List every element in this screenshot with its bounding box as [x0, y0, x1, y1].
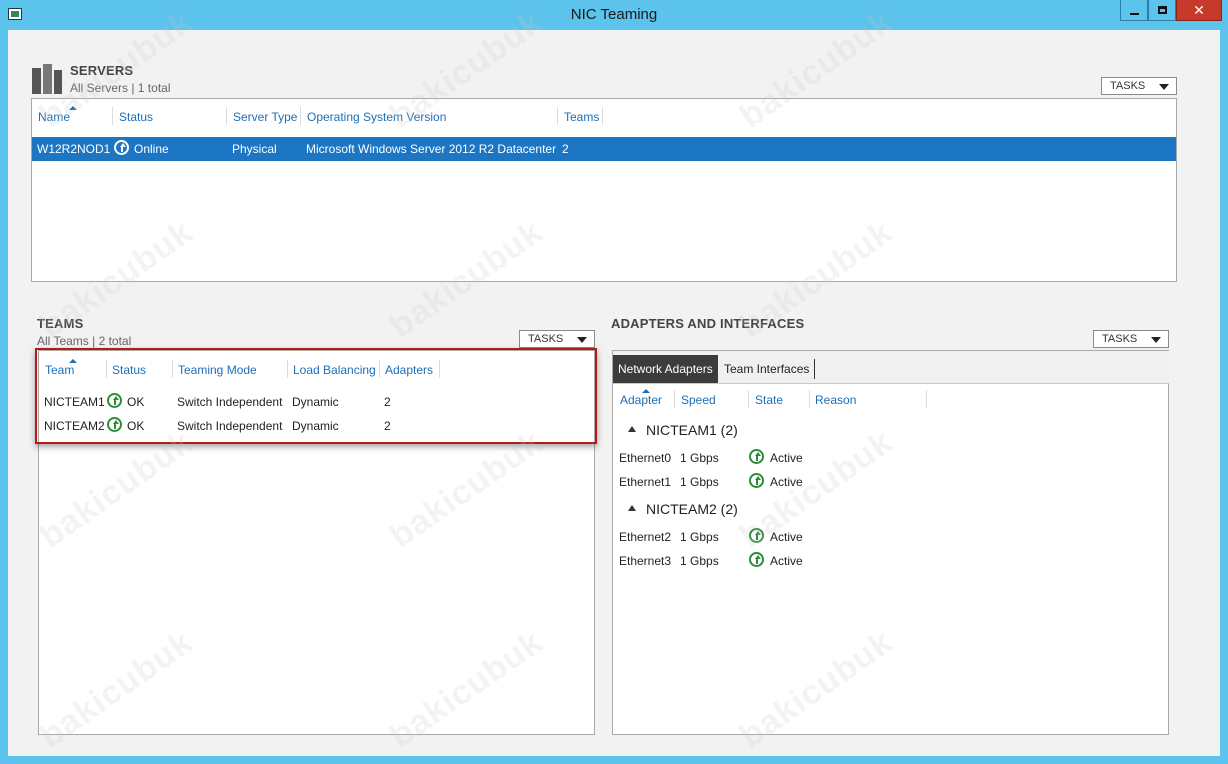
servers-col-server-type[interactable]: Server Type — [233, 110, 297, 124]
adapter-speed: 1 Gbps — [680, 530, 719, 544]
adapter-name: Ethernet3 — [619, 554, 672, 568]
servers-title: SERVERS — [70, 63, 134, 78]
group-header[interactable]: NICTEAM2 (2) — [613, 498, 1168, 518]
online-status-icon — [114, 140, 129, 155]
adapter-speed: 1 Gbps — [680, 554, 719, 568]
servers-col-status[interactable]: Status — [119, 110, 153, 124]
maximize-icon — [1157, 6, 1167, 14]
adapters-col-adapter[interactable]: Adapter — [620, 393, 662, 407]
column-divider — [748, 390, 749, 408]
column-divider — [809, 390, 810, 408]
list-item[interactable]: Ethernet1 1 Gbps Active — [613, 469, 1168, 493]
adapter-name: Ethernet1 — [619, 475, 672, 489]
column-divider — [674, 390, 675, 408]
adapters-tab-bar: Network Adapters Team Interfaces — [613, 351, 1169, 384]
close-icon: ✕ — [1193, 1, 1205, 18]
server-name: W12R2NOD1 — [37, 142, 111, 156]
servers-col-name[interactable]: Name — [38, 110, 70, 124]
column-divider — [300, 107, 301, 125]
adapters-tasks-label: TASKS — [1102, 333, 1138, 345]
server-teams: 2 — [562, 142, 569, 156]
window-controls: ✕ — [1120, 0, 1222, 21]
adapter-name: Ethernet2 — [619, 530, 672, 544]
tab-team-interfaces[interactable]: Team Interfaces — [719, 359, 816, 379]
server-os: Microsoft Windows Server 2012 R2 Datacen… — [306, 142, 557, 156]
server-status: Online — [134, 142, 169, 156]
adapter-state: Active — [770, 451, 803, 465]
servers-table: Name Status Server Type Operating System… — [31, 98, 1177, 282]
dropdown-arrow-icon — [577, 337, 587, 343]
adapter-speed: 1 Gbps — [680, 475, 719, 489]
collapse-triangle-icon[interactable] — [628, 426, 636, 432]
adapters-col-state[interactable]: State — [755, 393, 783, 407]
adapters-title: ADAPTERS AND INTERFACES — [611, 316, 805, 331]
active-status-icon — [749, 528, 764, 543]
adapters-col-speed[interactable]: Speed — [681, 393, 716, 407]
servers-col-teams[interactable]: Teams — [564, 110, 599, 124]
active-status-icon — [749, 552, 764, 567]
column-divider — [557, 107, 558, 125]
minimize-icon — [1129, 13, 1139, 15]
servers-subtitle: All Servers | 1 total — [70, 81, 171, 95]
dropdown-arrow-icon — [1151, 337, 1161, 343]
teams-tasks-button[interactable]: TASKS — [519, 330, 595, 348]
adapter-state: Active — [770, 554, 803, 568]
servers-tasks-button[interactable]: TASKS — [1101, 77, 1177, 95]
sort-ascending-icon — [69, 106, 77, 110]
title-bar: NIC Teaming ✕ — [0, 0, 1228, 30]
adapter-speed: 1 Gbps — [680, 451, 719, 465]
window-title: NIC Teaming — [570, 6, 658, 23]
maximize-button[interactable] — [1148, 0, 1176, 21]
adapter-name: Ethernet0 — [619, 451, 672, 465]
servers-col-os-version[interactable]: Operating System Version — [307, 110, 446, 124]
teams-tasks-label: TASKS — [528, 333, 564, 345]
column-divider — [602, 107, 603, 125]
collapse-triangle-icon[interactable] — [628, 505, 636, 511]
group-label: NICTEAM2 (2) — [646, 501, 738, 517]
table-row[interactable]: W12R2NOD1 Online Physical Microsoft Wind… — [32, 137, 1176, 161]
teams-subtitle: All Teams | 2 total — [37, 334, 132, 348]
active-status-icon — [749, 449, 764, 464]
adapter-state: Active — [770, 475, 803, 489]
minimize-button[interactable] — [1120, 0, 1148, 21]
column-divider — [926, 390, 927, 408]
highlight-box — [35, 348, 597, 444]
list-item[interactable]: Ethernet2 1 Gbps Active — [613, 524, 1168, 548]
dropdown-arrow-icon — [1159, 84, 1169, 90]
server-type: Physical — [232, 142, 277, 156]
tab-network-adapters[interactable]: Network Adapters — [613, 355, 718, 383]
client-area: SERVERS All Servers | 1 total TASKS Name… — [8, 3, 1220, 756]
adapter-state: Active — [770, 530, 803, 544]
list-item[interactable]: Ethernet0 1 Gbps Active — [613, 445, 1168, 469]
servers-tasks-label: TASKS — [1110, 80, 1146, 92]
close-button[interactable]: ✕ — [1176, 0, 1222, 21]
column-divider — [112, 107, 113, 125]
group-header[interactable]: NICTEAM1 (2) — [613, 419, 1168, 439]
adapters-panel: Network Adapters Team Interfaces Adapter… — [612, 350, 1169, 735]
group-label: NICTEAM1 (2) — [646, 422, 738, 438]
list-item[interactable]: Ethernet3 1 Gbps Active — [613, 548, 1168, 572]
adapters-col-reason[interactable]: Reason — [815, 393, 856, 407]
servers-icon — [32, 64, 62, 94]
active-status-icon — [749, 473, 764, 488]
teams-title: TEAMS — [37, 316, 84, 331]
column-divider — [226, 107, 227, 125]
adapters-tasks-button[interactable]: TASKS — [1093, 330, 1169, 348]
